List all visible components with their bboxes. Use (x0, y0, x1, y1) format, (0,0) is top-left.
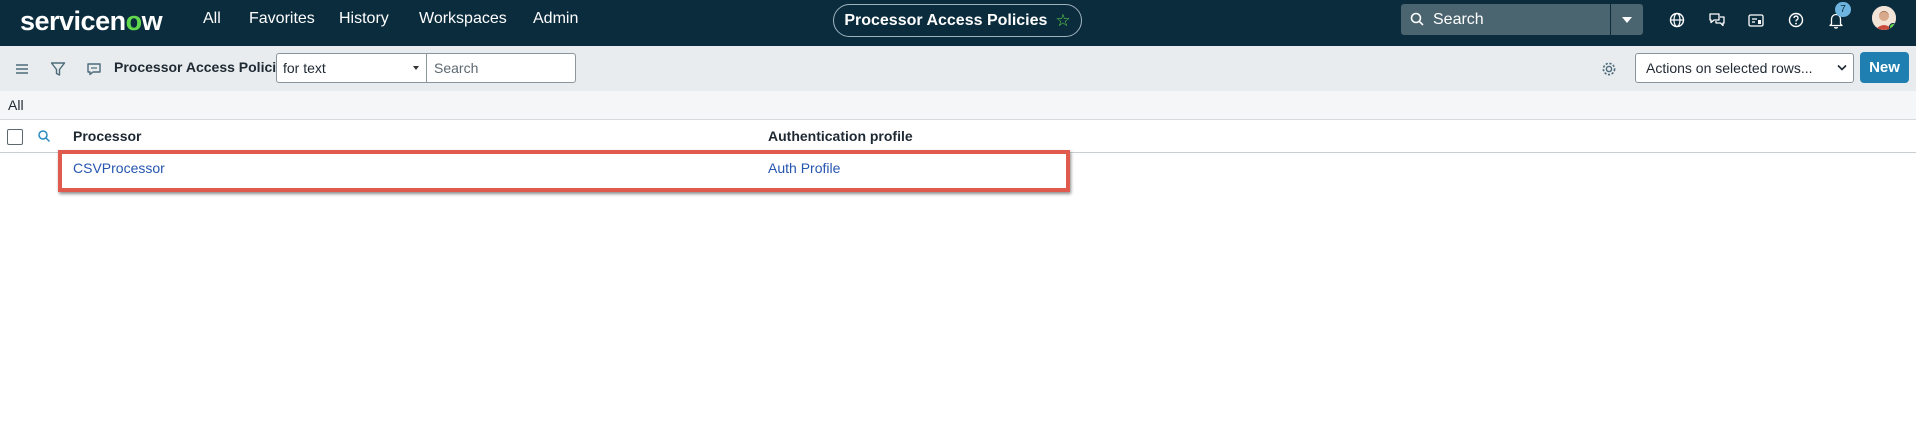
nav-link-all[interactable]: All (203, 10, 221, 28)
page-title: Processor Access Policies (844, 11, 1048, 29)
gear-icon[interactable] (1600, 60, 1618, 78)
list-search-input[interactable] (426, 53, 576, 83)
servicenow-logo[interactable]: servicenow (20, 6, 163, 37)
nav-link-favorites[interactable]: Favorites (249, 10, 315, 28)
column-search-icon[interactable] (37, 129, 51, 143)
list-title: Processor Access Policies (114, 59, 292, 75)
table-header: Processor Authentication profile (0, 120, 1916, 153)
select-all-checkbox[interactable] (7, 129, 23, 145)
actions-select-value: Actions on selected rows... (1646, 60, 1813, 76)
top-navigation-bar: servicenow All Favorites History Workspa… (0, 0, 1916, 46)
chevron-down-icon (1622, 16, 1632, 23)
notification-badge: 7 (1835, 2, 1851, 17)
nav-link-workspaces[interactable]: Workspaces (419, 10, 507, 28)
auth-profile-link[interactable]: Auth Profile (768, 160, 840, 176)
breadcrumb: All (0, 91, 1916, 120)
hamburger-menu-icon[interactable] (13, 60, 31, 78)
breadcrumb-all[interactable]: All (8, 97, 24, 113)
processor-link[interactable]: CSVProcessor (73, 160, 165, 176)
page-title-pill[interactable]: Processor Access Policies ☆ (833, 4, 1082, 37)
table-row: CSVProcessor Auth Profile (0, 153, 1916, 186)
globe-icon[interactable] (1667, 10, 1687, 30)
nav-link-history[interactable]: History (339, 10, 389, 28)
select-caret-icon (413, 66, 419, 70)
actions-on-selected-rows-select[interactable]: Actions on selected rows... (1635, 53, 1854, 83)
column-header-authentication-profile[interactable]: Authentication profile (768, 128, 913, 144)
search-icon (1410, 12, 1424, 26)
chat-icon[interactable] (1707, 10, 1727, 30)
chevron-down-icon (1837, 64, 1847, 71)
column-header-processor[interactable]: Processor (73, 128, 141, 144)
comment-icon[interactable] (85, 60, 103, 78)
online-status-dot (1889, 23, 1896, 30)
list-toolbar: Processor Access Policies for text Actio… (0, 46, 1916, 91)
help-icon[interactable] (1786, 10, 1806, 30)
inbox-icon[interactable] (1746, 10, 1766, 30)
nav-link-admin[interactable]: Admin (533, 10, 578, 28)
search-scope-dropdown[interactable] (1611, 4, 1643, 35)
search-field-select-value: for text (283, 60, 326, 76)
filter-icon[interactable] (49, 60, 67, 78)
global-search-input[interactable] (1433, 4, 1605, 35)
avatar[interactable] (1872, 6, 1896, 30)
search-field-select[interactable]: for text (276, 53, 427, 83)
favorite-star-icon[interactable]: ☆ (1055, 12, 1070, 29)
new-button[interactable]: New (1860, 52, 1909, 83)
global-search-box[interactable] (1401, 4, 1610, 35)
